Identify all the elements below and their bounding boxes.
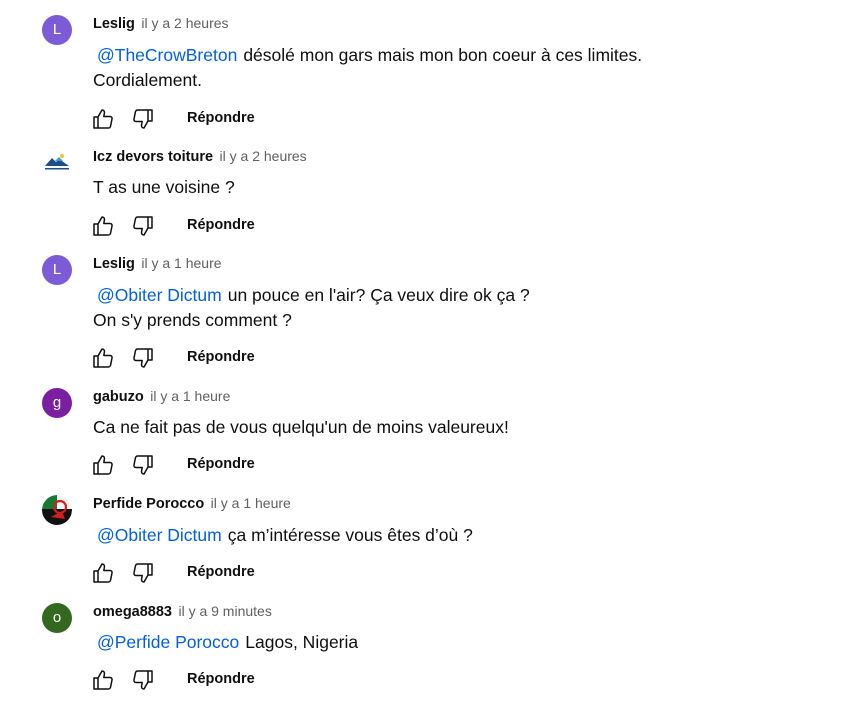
- reply-button[interactable]: Répondre: [187, 456, 255, 472]
- dislike-button[interactable]: [128, 558, 158, 588]
- comment-text: @Obiter Dictum ça m’intéresse vous êtes d…: [93, 523, 473, 548]
- comment-header: Leslig il y a 1 heure: [93, 255, 222, 275]
- thumbs-up-icon: [93, 455, 113, 475]
- thumbs-down-icon: [133, 563, 153, 583]
- comment-text-line: désolé mon gars mais mon bon coeur à ces…: [243, 45, 643, 65]
- comment-text: @TheCrowBreton désolé mon gars mais mon b…: [93, 43, 642, 93]
- comment-text: @Obiter Dictum un pouce en l'air? Ça veux…: [93, 283, 530, 333]
- comment-text-line: On s'y prends comment ?: [93, 310, 292, 330]
- comment-time[interactable]: il y a 1 heure: [141, 255, 221, 271]
- comment-text-line: T as une voisine ?: [93, 177, 235, 197]
- comment-time[interactable]: il y a 2 heures: [220, 148, 307, 164]
- dislike-button[interactable]: [128, 665, 158, 695]
- flag-avatar-icon: [42, 495, 72, 525]
- comment-text-line: ça m’intéresse vous êtes d’où ?: [227, 525, 473, 545]
- comment-author[interactable]: gabuzo: [93, 389, 144, 405]
- mention-link[interactable]: @Obiter Dictum: [97, 285, 222, 305]
- reply-button[interactable]: Répondre: [187, 671, 255, 687]
- thumbs-up-icon: [93, 109, 113, 129]
- mention-link[interactable]: @Perfide Porocco: [97, 632, 239, 652]
- comment-author[interactable]: Leslig: [93, 16, 135, 32]
- dislike-button[interactable]: [128, 104, 158, 134]
- comment-text-line: Cordialement.: [93, 70, 202, 90]
- comment-header: Leslig il y a 2 heures: [93, 15, 229, 35]
- thumbs-down-icon: [133, 109, 153, 129]
- comment-header: omega8883 il y a 9 minutes: [93, 603, 272, 623]
- avatar[interactable]: [42, 495, 72, 525]
- comment-text: Ca ne fait pas de vous quelqu'un de moin…: [93, 415, 509, 440]
- comment-time[interactable]: il y a 1 heure: [211, 495, 291, 511]
- like-button[interactable]: [88, 558, 118, 588]
- comment-author[interactable]: Icz devors toiture: [93, 149, 213, 165]
- comment-time[interactable]: il y a 9 minutes: [178, 603, 271, 619]
- thumbs-down-icon: [133, 216, 153, 236]
- avatar[interactable]: L: [42, 255, 72, 285]
- roof-logo-icon: [45, 154, 69, 170]
- comment-header: Perfide Porocco il y a 1 heure: [93, 495, 291, 515]
- comment-header: Icz devors toiture il y a 2 heures: [93, 148, 307, 168]
- reply-button[interactable]: Répondre: [187, 217, 255, 233]
- thumbs-down-icon: [133, 455, 153, 475]
- thumbs-down-icon: [133, 670, 153, 690]
- reply-button[interactable]: Répondre: [187, 564, 255, 580]
- avatar[interactable]: g: [42, 388, 72, 418]
- thumbs-down-icon: [133, 348, 153, 368]
- comment-author[interactable]: omega8883: [93, 604, 172, 620]
- mention-link[interactable]: @Obiter Dictum: [97, 525, 222, 545]
- like-button[interactable]: [88, 343, 118, 373]
- like-button[interactable]: [88, 450, 118, 480]
- reply-button[interactable]: Répondre: [187, 349, 255, 365]
- avatar[interactable]: L: [42, 15, 72, 45]
- avatar[interactable]: o: [42, 603, 72, 633]
- like-button[interactable]: [88, 104, 118, 134]
- thumbs-up-icon: [93, 563, 113, 583]
- comment-text-line: un pouce en l'air? Ça veux dire ok ça ?: [227, 285, 530, 305]
- comment-text: T as une voisine ?: [93, 175, 235, 200]
- reply-button[interactable]: Répondre: [187, 110, 255, 126]
- dislike-button[interactable]: [128, 211, 158, 241]
- thumbs-up-icon: [93, 216, 113, 236]
- thumbs-up-icon: [93, 348, 113, 368]
- avatar[interactable]: [42, 148, 72, 178]
- comment-author[interactable]: Perfide Porocco: [93, 496, 204, 512]
- dislike-button[interactable]: [128, 450, 158, 480]
- comment-header: gabuzo il y a 1 heure: [93, 388, 230, 408]
- comment-text: @Perfide Porocco Lagos, Nigeria: [93, 630, 358, 655]
- like-button[interactable]: [88, 211, 118, 241]
- comment-text-line: Lagos, Nigeria: [245, 632, 359, 652]
- comment-time[interactable]: il y a 1 heure: [150, 388, 230, 404]
- comment-time[interactable]: il y a 2 heures: [141, 15, 228, 31]
- thumbs-up-icon: [93, 670, 113, 690]
- comment-author[interactable]: Leslig: [93, 256, 135, 272]
- like-button[interactable]: [88, 665, 118, 695]
- comment-text-line: Ca ne fait pas de vous quelqu'un de moin…: [93, 417, 509, 437]
- mention-link[interactable]: @TheCrowBreton: [97, 45, 237, 65]
- dislike-button[interactable]: [128, 343, 158, 373]
